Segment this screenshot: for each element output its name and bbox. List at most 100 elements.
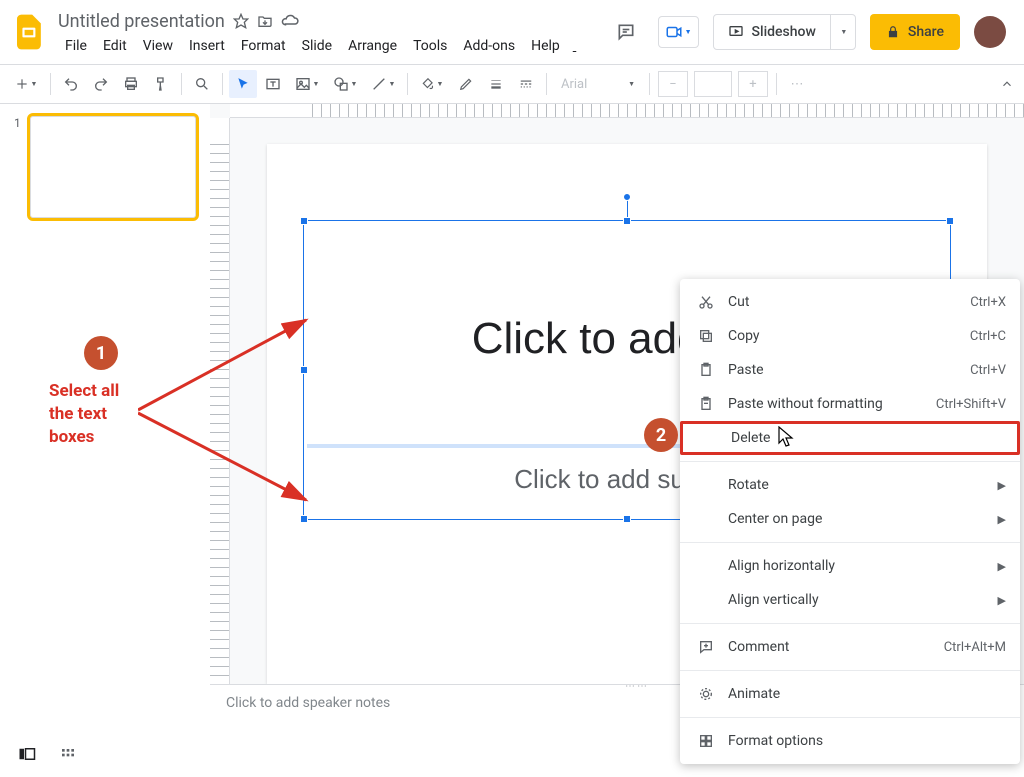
context-rotate[interactable]: Rotate ▶: [680, 468, 1020, 502]
context-paste[interactable]: Paste Ctrl+V: [680, 353, 1020, 387]
grid-view-icon[interactable]: [60, 747, 76, 767]
format-options-icon: [694, 733, 718, 749]
ruler-horizontal: [230, 104, 1024, 118]
resize-handle-tr[interactable]: [946, 217, 954, 225]
more-tools-button[interactable]: ⋯: [783, 70, 811, 98]
comment-icon: [694, 639, 718, 655]
slide-number: 1: [14, 116, 22, 218]
menu-slide[interactable]: Slide: [295, 34, 339, 58]
context-paste-without-formatting[interactable]: Paste without formatting Ctrl+Shift+V: [680, 387, 1020, 421]
context-align-vertically[interactable]: Align vertically ▶: [680, 583, 1020, 617]
context-separator: [680, 717, 1020, 718]
present-meet-button[interactable]: ▼: [658, 16, 699, 48]
border-color-button[interactable]: [452, 70, 480, 98]
paste-plain-icon: [694, 396, 718, 412]
context-animate[interactable]: Animate: [680, 677, 1020, 711]
menu-format[interactable]: Format: [234, 34, 293, 58]
chevron-right-icon: ▶: [998, 594, 1006, 607]
chevron-right-icon: ▶: [998, 479, 1006, 492]
filmstrip-view-icon[interactable]: [18, 747, 36, 767]
move-folder-icon[interactable]: [257, 13, 273, 29]
slideshow-dropdown[interactable]: ▼: [831, 15, 855, 49]
annotation-badge-2: 2: [644, 418, 678, 452]
menu-insert[interactable]: Insert: [182, 34, 232, 58]
slideshow-label: Slideshow: [752, 24, 816, 40]
context-align-horizontally[interactable]: Align horizontally ▶: [680, 549, 1020, 583]
share-button[interactable]: Share: [870, 14, 960, 50]
slide-thumbnail-row: 1: [14, 116, 196, 218]
cloud-status-icon[interactable]: [281, 14, 299, 28]
menu-arrange[interactable]: Arrange: [341, 34, 404, 58]
menu-help[interactable]: Help: [524, 34, 567, 58]
font-size-minus: −: [658, 71, 688, 97]
context-copy[interactable]: Copy Ctrl+C: [680, 319, 1020, 353]
resize-handle-bc[interactable]: [623, 515, 631, 523]
context-menu: Cut Ctrl+X Copy Ctrl+C Paste Ctrl+V Past…: [680, 279, 1020, 764]
border-weight-button[interactable]: [482, 70, 510, 98]
print-button[interactable]: [117, 70, 145, 98]
toolbar: ▼ ▼ ▼ ▼ ▼ Arial▼ − + ⋯: [0, 64, 1024, 104]
account-avatar[interactable]: [974, 16, 1006, 48]
select-tool[interactable]: [229, 70, 257, 98]
doc-title[interactable]: Untitled presentation: [58, 11, 225, 32]
context-separator: [680, 461, 1020, 462]
context-center-on-page[interactable]: Center on page ▶: [680, 502, 1020, 536]
doc-meta: Untitled presentation File Edit View Ins…: [58, 6, 608, 58]
rotation-handle[interactable]: [623, 193, 631, 201]
resize-handle-bl[interactable]: [300, 515, 308, 523]
titlebar: Untitled presentation File Edit View Ins…: [0, 0, 1024, 64]
context-separator: [680, 623, 1020, 624]
mouse-cursor-icon: [778, 426, 796, 448]
slide-thumbnail-1[interactable]: [30, 116, 196, 218]
redo-button[interactable]: [87, 70, 115, 98]
image-tool[interactable]: ▼: [289, 70, 325, 98]
font-family-select: Arial▼: [553, 71, 643, 97]
annotation-text-1: Select all the text boxes: [49, 380, 119, 449]
collapse-header-chevron[interactable]: [1000, 77, 1014, 95]
font-name-label: Arial: [561, 77, 587, 92]
copy-icon: [694, 328, 718, 344]
resize-handle-tc[interactable]: [623, 217, 631, 225]
slideshow-button-group: Slideshow ▼: [713, 14, 856, 50]
chevron-right-icon: ▶: [998, 513, 1006, 526]
menu-last-edit[interactable]: [569, 34, 583, 58]
context-comment[interactable]: Comment Ctrl+Alt+M: [680, 630, 1020, 664]
open-comments-icon[interactable]: [608, 14, 644, 50]
paint-format-button[interactable]: [147, 70, 175, 98]
menu-file[interactable]: File: [58, 34, 94, 58]
fill-color-button[interactable]: ▼: [414, 70, 450, 98]
speaker-notes-placeholder: Click to add speaker notes: [226, 695, 390, 711]
animate-icon: [694, 686, 718, 702]
font-size-plus: +: [738, 71, 768, 97]
resize-handle-tl[interactable]: [300, 217, 308, 225]
star-icon[interactable]: [233, 13, 249, 29]
zoom-button[interactable]: [188, 70, 216, 98]
border-dash-button[interactable]: [512, 70, 540, 98]
slides-logo[interactable]: [12, 14, 48, 50]
font-size-value: [694, 71, 732, 97]
chevron-right-icon: ▶: [998, 560, 1006, 573]
menu-edit[interactable]: Edit: [96, 34, 134, 58]
cut-icon: [694, 294, 718, 310]
shape-tool[interactable]: ▼: [327, 70, 363, 98]
undo-button[interactable]: [57, 70, 85, 98]
menu-view[interactable]: View: [136, 34, 180, 58]
menu-addons[interactable]: Add-ons: [456, 34, 522, 58]
textbox-tool[interactable]: [259, 70, 287, 98]
line-tool[interactable]: ▼: [365, 70, 401, 98]
new-slide-button[interactable]: ▼: [8, 70, 44, 98]
annotation-badge-1: 1: [84, 336, 118, 370]
context-cut[interactable]: Cut Ctrl+X: [680, 285, 1020, 319]
notes-resize-grip[interactable]: ⋯⋯: [617, 681, 657, 692]
menu-tools[interactable]: Tools: [406, 34, 454, 58]
context-format-options[interactable]: Format options: [680, 724, 1020, 758]
context-delete[interactable]: Delete: [680, 421, 1020, 455]
paste-icon: [694, 362, 718, 378]
slideshow-button[interactable]: Slideshow: [714, 15, 831, 49]
annotation-arrow-2: [138, 405, 318, 515]
menu-bar: File Edit View Insert Format Slide Arran…: [58, 34, 608, 58]
context-separator: [680, 542, 1020, 543]
header-right-controls: ▼ Slideshow ▼ Share: [608, 14, 1012, 50]
share-label: Share: [908, 24, 944, 40]
context-separator: [680, 670, 1020, 671]
